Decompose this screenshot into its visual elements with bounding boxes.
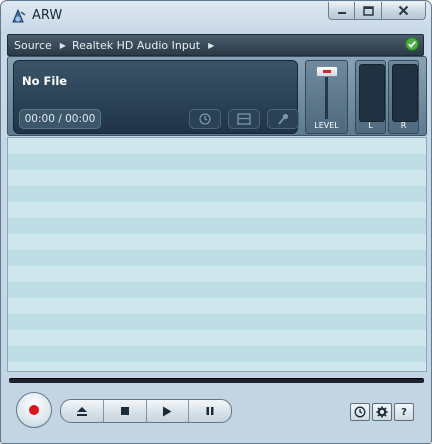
stop-button[interactable] — [102, 400, 146, 422]
stop-icon — [120, 407, 129, 415]
record-icon — [29, 405, 39, 415]
minimize-icon — [337, 11, 346, 14]
microphone-icon — [278, 113, 289, 125]
format-button[interactable] — [228, 109, 260, 129]
clock-icon — [199, 113, 211, 125]
timer-button[interactable] — [189, 109, 221, 129]
eject-button[interactable] — [61, 400, 103, 422]
vu-bar-right — [392, 64, 418, 122]
eject-icon — [76, 406, 87, 416]
close-button[interactable] — [382, 2, 426, 20]
recorder-panel: No File 00:00 / 00:00 LEVEL L R — [7, 56, 427, 136]
chevron-right-icon: ▶ — [208, 40, 215, 50]
breadcrumb-item-source[interactable]: Source ▶ — [14, 39, 72, 52]
pause-icon — [206, 407, 214, 415]
transport-controls — [60, 399, 232, 423]
card-icon — [237, 113, 251, 125]
clock-icon — [354, 406, 366, 418]
vu-meter-left: L — [355, 60, 386, 134]
title-bar[interactable]: ARW — [1, 1, 431, 31]
vu-meter-right: R — [388, 60, 419, 134]
play-button[interactable] — [145, 400, 189, 422]
level-slider[interactable]: LEVEL — [305, 60, 348, 134]
help-button[interactable]: ? — [394, 403, 414, 421]
left-channel-label: L — [368, 121, 373, 130]
breadcrumb-label: Realtek HD Audio Input — [71, 38, 201, 52]
utility-buttons: ? — [350, 403, 416, 421]
file-info-panel: No File 00:00 / 00:00 — [13, 60, 299, 134]
close-icon — [398, 5, 409, 16]
vu-bar-left — [359, 64, 385, 122]
recordings-list[interactable] — [7, 137, 427, 372]
level-label: LEVEL — [314, 121, 339, 130]
status-ok-icon — [405, 37, 419, 51]
level-slider-handle[interactable] — [316, 66, 338, 77]
play-icon — [163, 406, 172, 416]
minimize-button[interactable] — [328, 2, 355, 20]
playback-progress-bar[interactable] — [9, 378, 424, 383]
maximize-button[interactable] — [355, 2, 382, 20]
settings-button[interactable] — [372, 403, 392, 421]
gear-icon — [376, 406, 388, 418]
chevron-right-icon: ▶ — [59, 40, 66, 50]
file-name: No File — [22, 74, 68, 88]
breadcrumb-item-device[interactable]: Realtek HD Audio Input ▶ — [72, 39, 220, 52]
maximize-icon — [362, 5, 374, 16]
schedule-button[interactable] — [350, 403, 370, 421]
right-channel-label: R — [400, 121, 407, 130]
time-display: 00:00 / 00:00 — [19, 109, 101, 129]
pause-button[interactable] — [188, 400, 231, 422]
window-controls — [328, 2, 426, 20]
window-title: ARW — [32, 8, 63, 23]
breadcrumb-label: Source — [14, 38, 52, 52]
record-button[interactable] — [16, 392, 52, 428]
source-breadcrumb: Source ▶ Realtek HD Audio Input ▶ — [7, 34, 424, 56]
app-window: ARW Source ▶ Realtek HD Audio Input ▶ No… — [0, 0, 432, 444]
microphone-button[interactable] — [267, 109, 299, 129]
app-logo-icon — [9, 7, 27, 25]
help-label: ? — [401, 406, 407, 418]
